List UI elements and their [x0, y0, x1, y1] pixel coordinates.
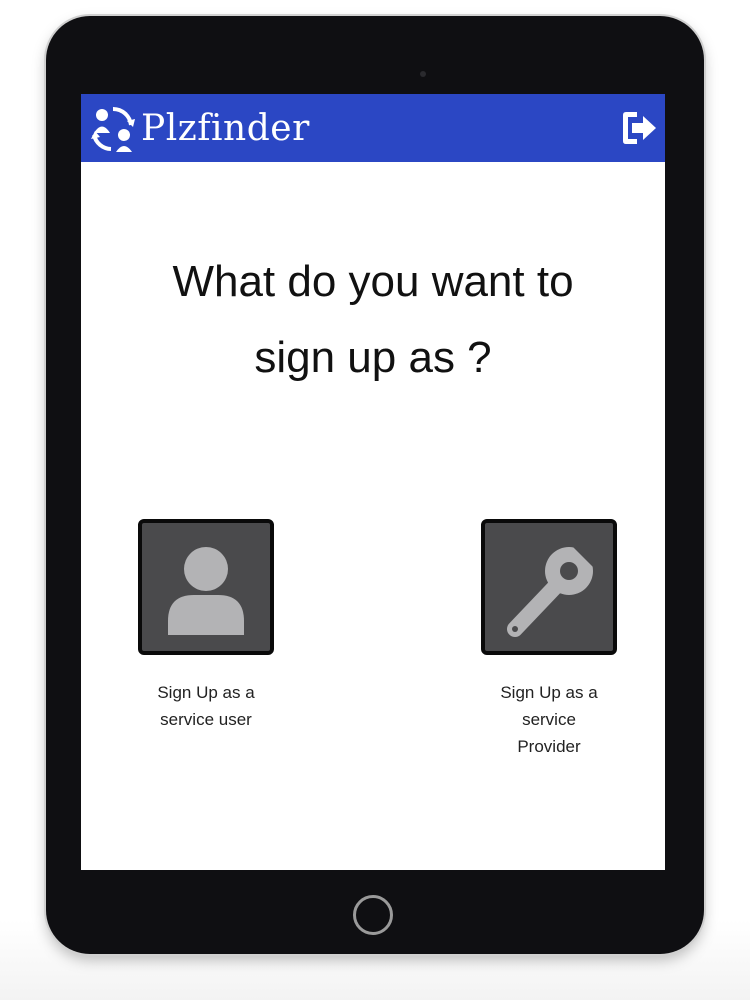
signup-provider-option[interactable]: Sign Up as a service Provider	[464, 519, 634, 760]
stage: Plzfinder What do you want to sign up as…	[0, 0, 750, 1000]
signup-user-label: Sign Up as a service user	[157, 683, 255, 729]
app-title: Plzfinder	[141, 107, 310, 149]
signup-user-button[interactable]	[138, 519, 274, 655]
page-title: What do you want to sign up as ?	[81, 244, 665, 396]
app-screen: Plzfinder What do you want to sign up as…	[81, 94, 665, 870]
title-line-2: sign up as ?	[254, 333, 492, 382]
people-cycle-icon	[91, 106, 135, 152]
wrench-icon	[507, 539, 605, 637]
app-header: Plzfinder	[81, 94, 665, 162]
home-button[interactable]	[353, 895, 393, 935]
app-logo[interactable]: Plzfinder	[89, 100, 310, 156]
signup-user-option[interactable]: Sign Up as a service user	[121, 519, 291, 733]
signup-provider-button[interactable]	[481, 519, 617, 655]
front-camera	[420, 71, 426, 77]
person-icon	[168, 547, 244, 635]
signup-provider-label: Sign Up as a service Provider	[500, 683, 598, 756]
title-line-1: What do you want to	[172, 257, 574, 306]
sign-out-icon[interactable]	[619, 110, 659, 146]
